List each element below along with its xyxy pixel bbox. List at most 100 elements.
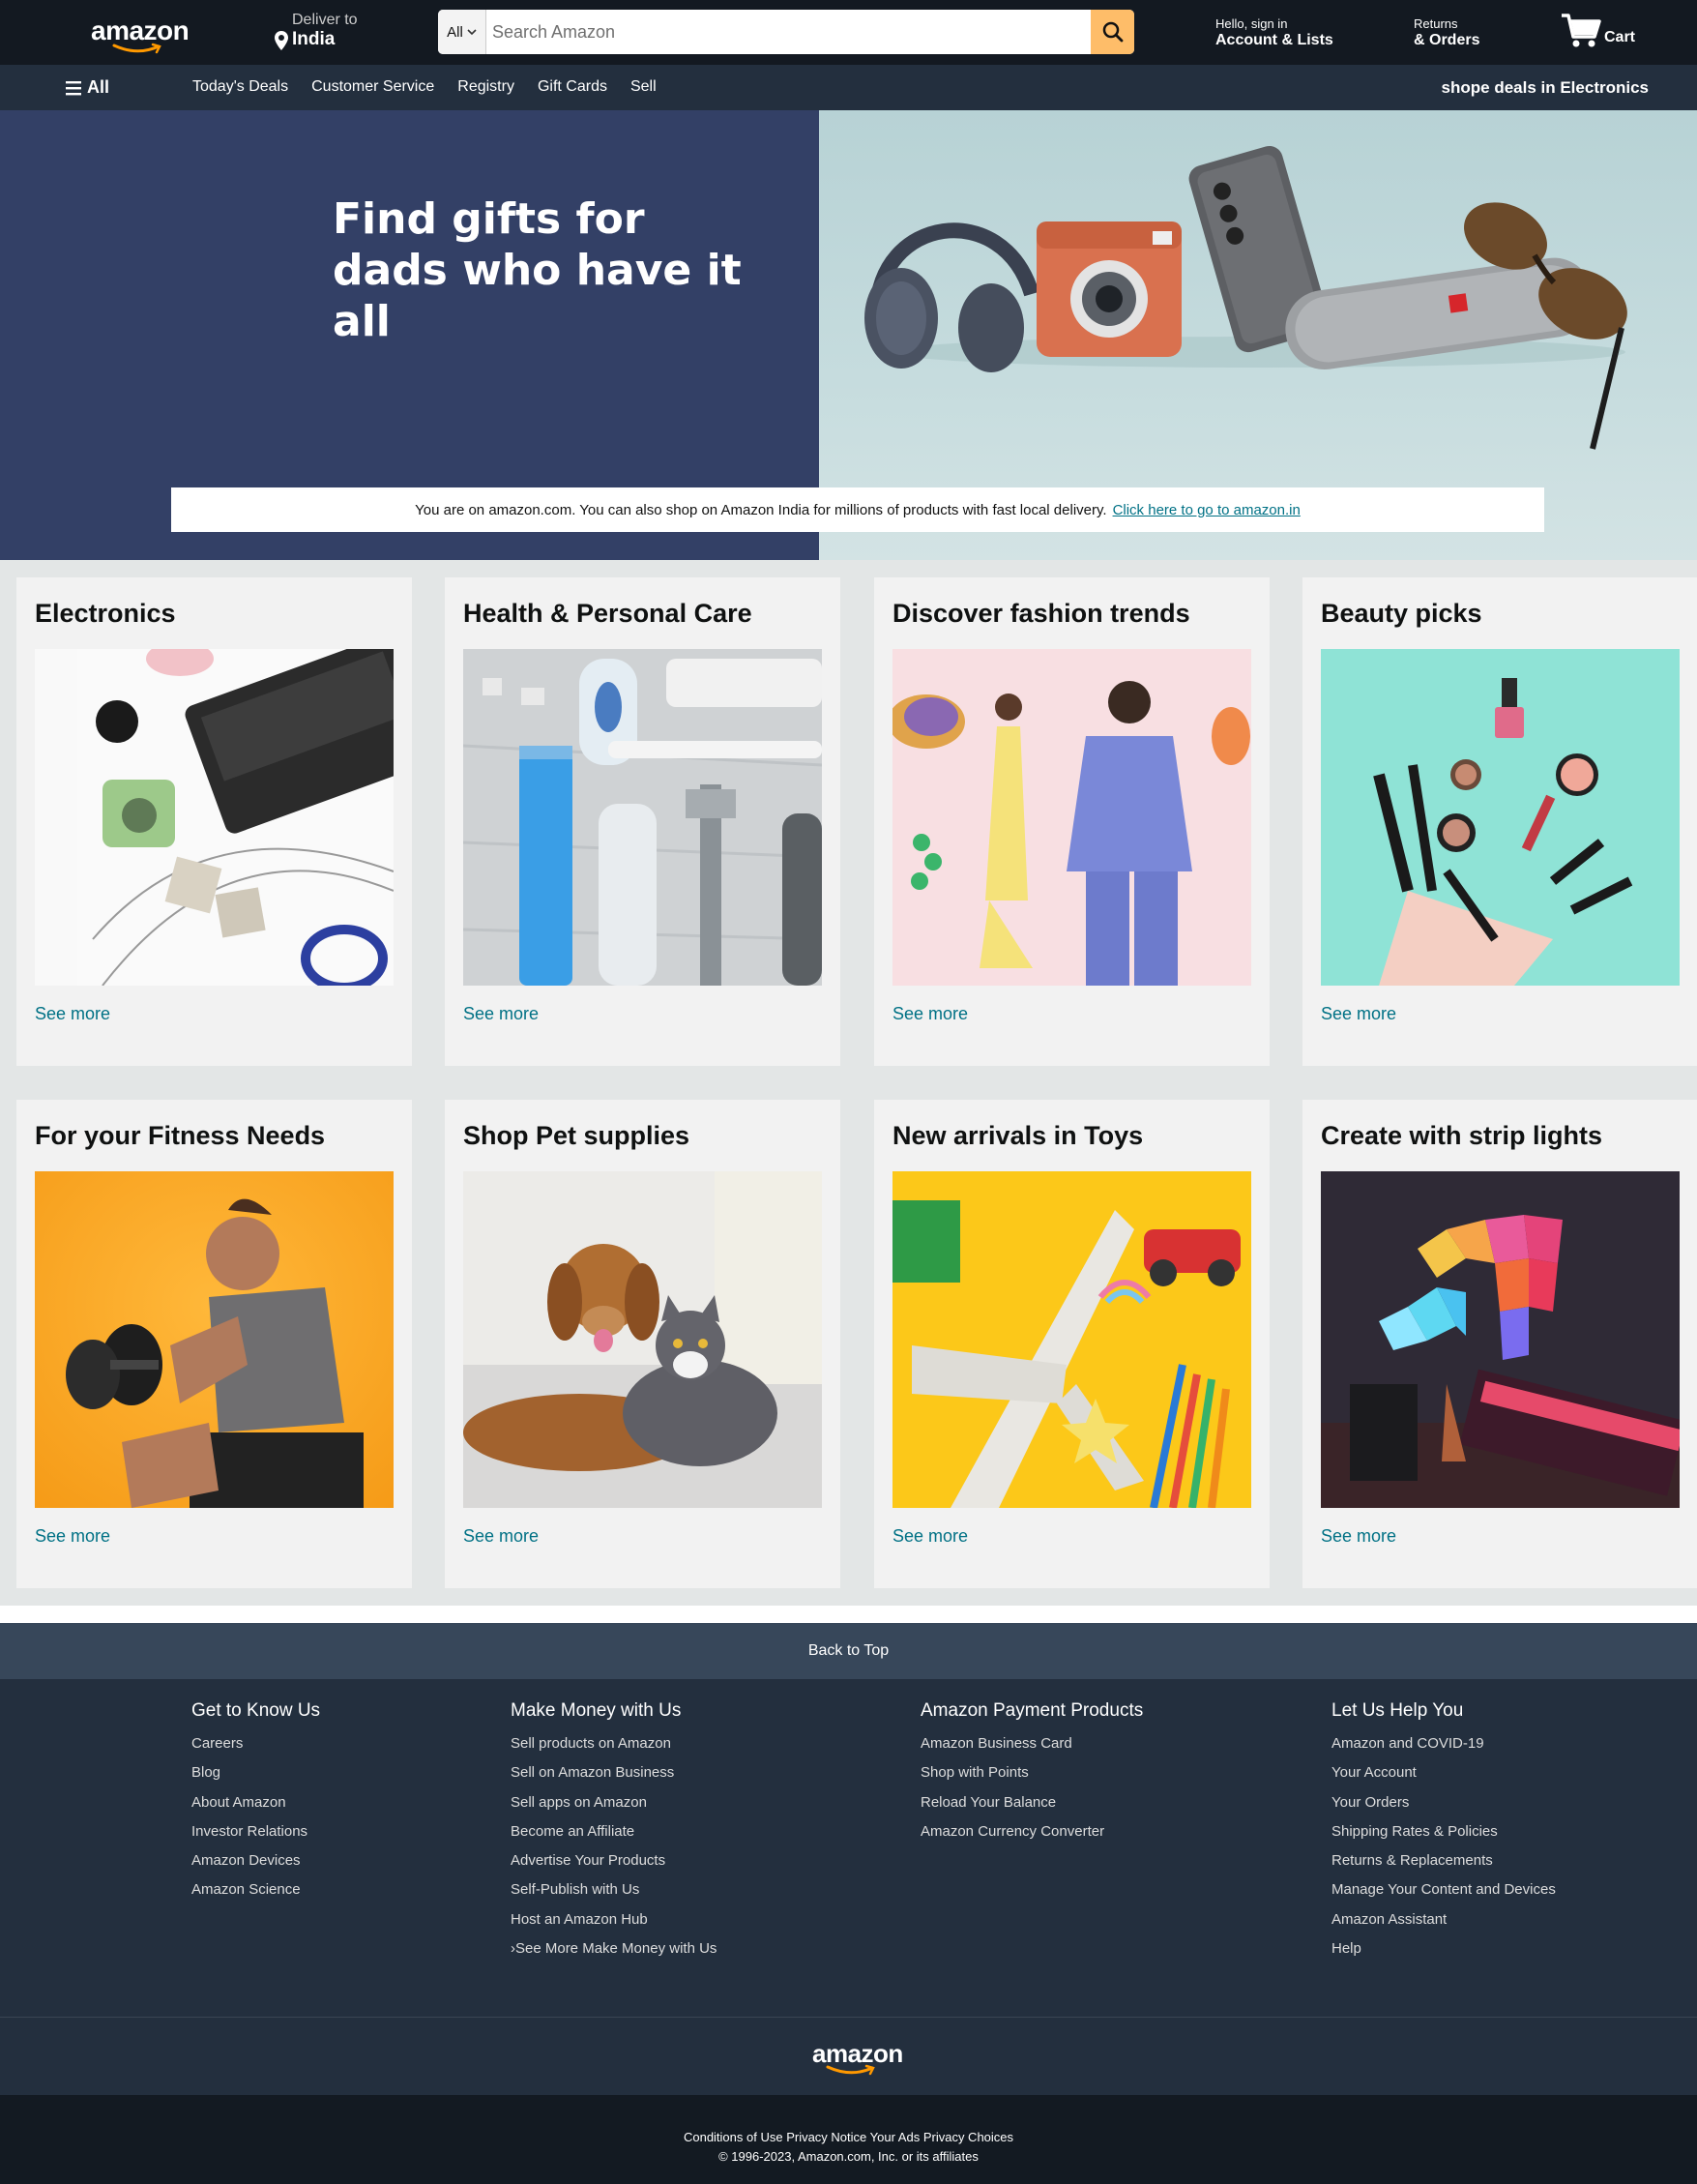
- search-category-label: All: [447, 23, 463, 41]
- account-and-lists[interactable]: Hello, sign in Account & Lists: [1215, 16, 1333, 50]
- card-title: Beauty picks: [1321, 599, 1482, 628]
- footer-logo-text: amazon: [812, 2039, 903, 2068]
- category-card-fashion: Discover fashion trends See more: [874, 577, 1270, 1066]
- footer-link[interactable]: Careers: [191, 1729, 320, 1758]
- footer-link[interactable]: Amazon Science: [191, 1875, 320, 1904]
- category-card-health: Health & Personal Care See more: [445, 577, 840, 1066]
- see-more-link[interactable]: See more: [463, 1526, 539, 1547]
- toys-image[interactable]: [892, 1171, 1251, 1508]
- footer-link[interactable]: Reload Your Balance: [921, 1788, 1143, 1817]
- footer-column-heading: Get to Know Us: [191, 1700, 321, 1721]
- amazon-india-link[interactable]: Click here to go to amazon.in: [1113, 502, 1301, 518]
- nav-link-registry[interactable]: Registry: [457, 78, 514, 96]
- footer-link[interactable]: Amazon Devices: [191, 1846, 320, 1875]
- footer-column-heading: Let Us Help You: [1331, 1700, 1464, 1721]
- deliver-to-location[interactable]: Deliver to India: [275, 12, 381, 54]
- footer-column-payment-products: Amazon Payment Products Amazon Business …: [921, 1700, 1143, 1846]
- nav-link-customer-service[interactable]: Customer Service: [311, 78, 434, 96]
- footer-link[interactable]: Blog: [191, 1758, 320, 1787]
- footer-link[interactable]: Investor Relations: [191, 1817, 320, 1846]
- footer-link[interactable]: Host an Amazon Hub: [511, 1905, 717, 1934]
- nav-link-todays-deals[interactable]: Today's Deals: [192, 78, 288, 96]
- fashion-image[interactable]: [892, 649, 1251, 986]
- copyright-text: © 1996-2023, Amazon.com, Inc. or its aff…: [718, 2149, 979, 2164]
- hero-title-line2: dads who have it all: [333, 246, 742, 346]
- nav-links: Today's Deals Customer Service Registry …: [192, 78, 657, 96]
- footer-link[interactable]: Become an Affiliate: [511, 1817, 717, 1846]
- electronics-image[interactable]: [35, 649, 394, 986]
- beauty-image[interactable]: [1321, 649, 1680, 986]
- search-input[interactable]: [488, 10, 1082, 54]
- card-title: Health & Personal Care: [463, 599, 752, 628]
- hamburger-icon: [66, 80, 81, 95]
- see-more-link[interactable]: See more: [463, 1004, 539, 1024]
- returns-and-orders[interactable]: Returns & Orders: [1414, 16, 1479, 50]
- all-menu-label: All: [87, 77, 110, 97]
- card-title: Shop Pet supplies: [463, 1121, 690, 1150]
- back-to-top-button[interactable]: Back to Top: [0, 1623, 1697, 1679]
- search-button[interactable]: [1091, 10, 1134, 54]
- footer-spacer: [0, 1606, 1697, 1623]
- footer-link[interactable]: Manage Your Content and Devices: [1331, 1875, 1556, 1904]
- footer-column-heading: Amazon Payment Products: [921, 1700, 1144, 1721]
- category-card-pets: Shop Pet supplies See more: [445, 1100, 840, 1588]
- footer-link[interactable]: Advertise Your Products: [511, 1846, 717, 1875]
- footer-amazon-logo[interactable]: amazon: [812, 2039, 903, 2076]
- footer-column-make-money: Make Money with Us Sell products on Amaz…: [511, 1700, 717, 1963]
- footer-link[interactable]: Amazon Currency Converter: [921, 1817, 1143, 1846]
- see-more-link[interactable]: See more: [892, 1004, 968, 1024]
- footer-link[interactable]: ›See More Make Money with Us: [511, 1934, 717, 1963]
- footer-link[interactable]: Sell products on Amazon: [511, 1729, 717, 1758]
- see-more-link[interactable]: See more: [35, 1526, 110, 1547]
- category-card-fitness: For your Fitness Needs See more: [16, 1100, 412, 1588]
- smile-arrow-icon: [826, 2064, 875, 2076]
- footer-link[interactable]: Amazon Business Card: [921, 1729, 1143, 1758]
- chevron-down-icon: [467, 28, 477, 35]
- footer-link[interactable]: Sell on Amazon Business: [511, 1758, 717, 1787]
- footer-column-help: Let Us Help You Amazon and COVID-19 Your…: [1331, 1700, 1556, 1963]
- all-menu-button[interactable]: All: [66, 77, 109, 98]
- orders-label: & Orders: [1414, 32, 1480, 48]
- cart-button[interactable]: Cart: [1560, 12, 1647, 54]
- footer-link[interactable]: Self-Publish with Us: [511, 1875, 717, 1904]
- location-pin-icon: [275, 31, 288, 50]
- footer-link[interactable]: Your Account: [1331, 1758, 1556, 1787]
- strip-lights-image[interactable]: [1321, 1171, 1680, 1508]
- amazon-logo[interactable]: amazon: [91, 16, 190, 54]
- fitness-image[interactable]: [35, 1171, 394, 1508]
- footer-link[interactable]: Help: [1331, 1934, 1556, 1963]
- footer-link[interactable]: Sell apps on Amazon: [511, 1788, 717, 1817]
- account-lists-label: Account & Lists: [1215, 32, 1333, 48]
- health-care-image[interactable]: [463, 649, 822, 986]
- pet-supplies-image[interactable]: [463, 1171, 822, 1508]
- footer-links-section: Get to Know Us Careers Blog About Amazon…: [0, 1679, 1697, 2018]
- footer-link[interactable]: Returns & Replacements: [1331, 1846, 1556, 1875]
- see-more-link[interactable]: See more: [892, 1526, 968, 1547]
- footer-link[interactable]: Your Orders: [1331, 1788, 1556, 1817]
- nav-promo-link[interactable]: shope deals in Electronics: [1442, 78, 1649, 98]
- category-card-beauty: Beauty picks See more: [1302, 577, 1697, 1066]
- footer-link[interactable]: Amazon Assistant: [1331, 1905, 1556, 1934]
- hero-banner[interactable]: Find gifts for dads who have it all You …: [0, 110, 1697, 560]
- deliver-to-label: Deliver to: [292, 12, 358, 28]
- see-more-link[interactable]: See more: [1321, 1004, 1396, 1024]
- footer-column-get-to-know-us: Get to Know Us Careers Blog About Amazon…: [191, 1700, 320, 1905]
- footer-link[interactable]: Shipping Rates & Policies: [1331, 1817, 1556, 1846]
- see-more-link[interactable]: See more: [35, 1004, 110, 1024]
- category-card-toys: New arrivals in Toys See more: [874, 1100, 1270, 1588]
- card-title: Electronics: [35, 599, 176, 628]
- smile-arrow-icon: [112, 43, 161, 54]
- returns-label: Returns: [1414, 16, 1458, 31]
- search-icon: [1102, 21, 1123, 43]
- deliver-country: India: [292, 29, 336, 49]
- footer-link[interactable]: Amazon and COVID-19: [1331, 1729, 1556, 1758]
- nav-link-gift-cards[interactable]: Gift Cards: [538, 78, 607, 96]
- footer-link[interactable]: Shop with Points: [921, 1758, 1143, 1787]
- footer-link[interactable]: About Amazon: [191, 1788, 320, 1817]
- see-more-link[interactable]: See more: [1321, 1526, 1396, 1547]
- region-notice-text: You are on amazon.com. You can also shop…: [415, 501, 1107, 518]
- legal-links[interactable]: Conditions of Use Privacy Notice Your Ad…: [0, 2130, 1697, 2144]
- region-notice: You are on amazon.com. You can also shop…: [171, 487, 1544, 532]
- nav-link-sell[interactable]: Sell: [630, 78, 657, 96]
- search-category-dropdown[interactable]: All: [438, 10, 486, 54]
